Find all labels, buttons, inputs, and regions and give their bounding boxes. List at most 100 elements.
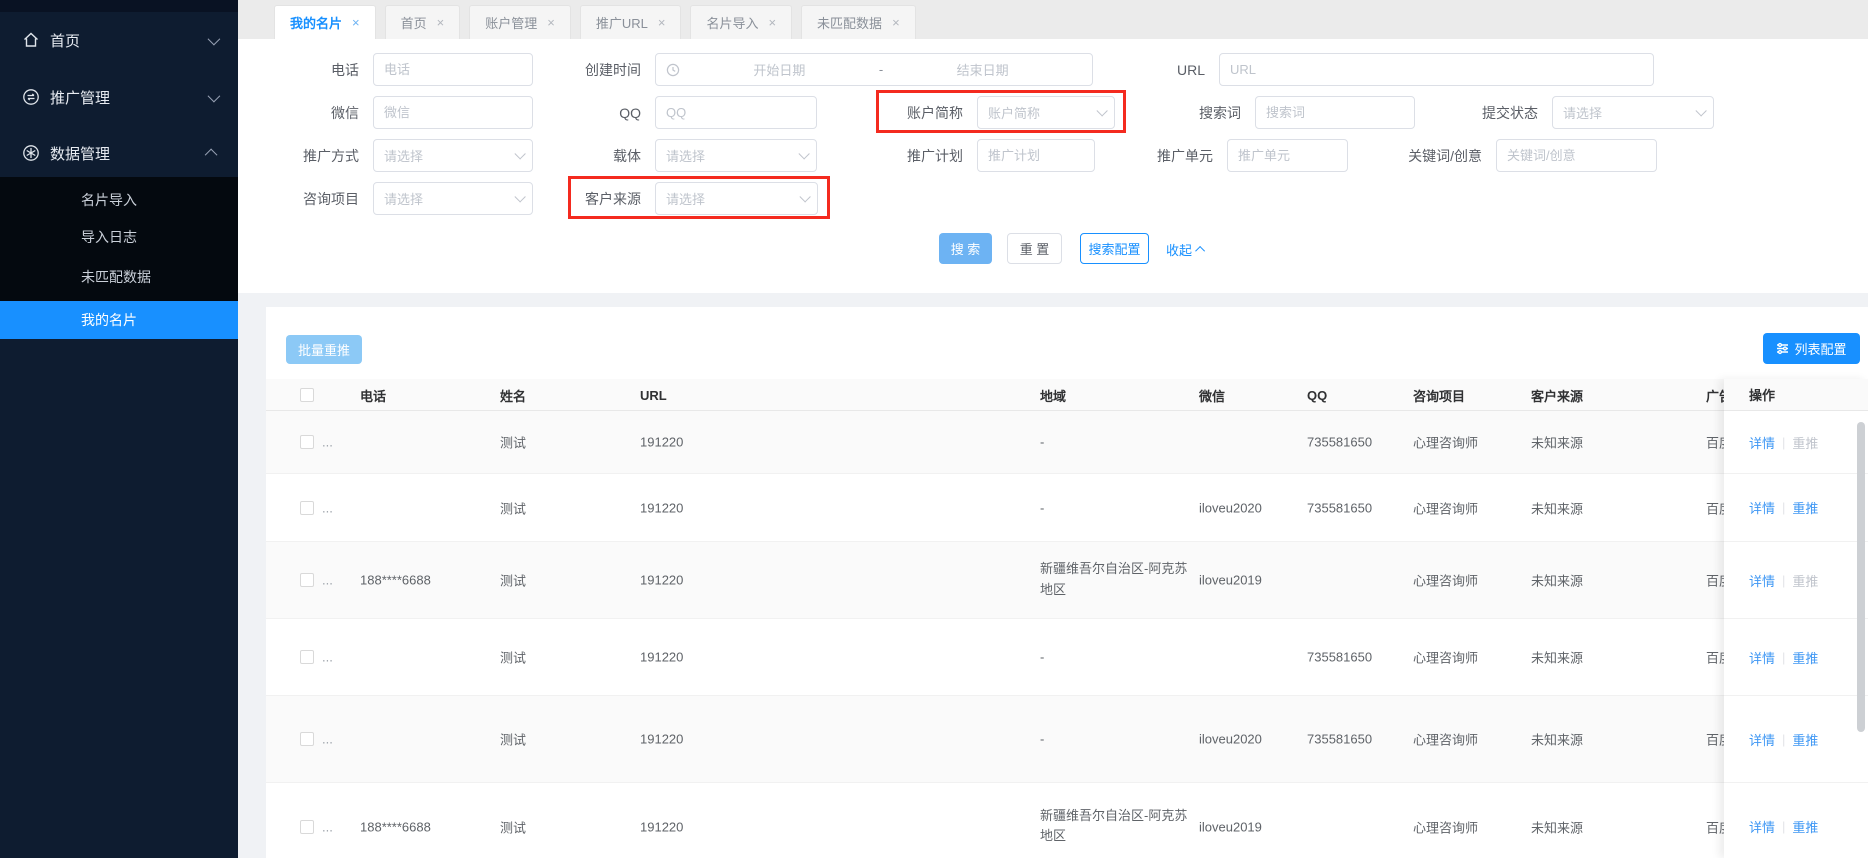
close-icon[interactable]: × [658,15,666,30]
chevron-down-icon [1695,104,1707,117]
tab-card-import[interactable]: 名片导入 × [690,5,793,39]
cell-source: 未知来源 [1531,820,1584,835]
detail-link[interactable]: 详情 [1749,730,1775,749]
cell-region: 新疆维吾尔自治区-阿克苏地区 [1040,561,1188,597]
tab-bar: 我的名片 × 首页 × 账户管理 × 推广URL × 名片导入 × 未匹配数据 … [238,0,1868,39]
detail-link[interactable]: 详情 [1749,498,1775,517]
cell-wechat: iloveu2020 [1199,731,1262,747]
cell-project: 心理咨询师 [1413,732,1479,748]
tab-home[interactable]: 首页 × [384,5,461,39]
tab-account-management[interactable]: 账户管理 × [469,5,571,39]
list-config-button[interactable]: 列表配置 [1763,333,1860,364]
date-range-input[interactable]: 开始日期 - 结束日期 [655,53,1093,86]
table-row: ... 测试 191220 - iloveu2020 735581650 心理咨… [266,474,1868,542]
tab-promotion-url[interactable]: 推广URL × [579,5,682,39]
date-start-placeholder[interactable]: 开始日期 [680,60,879,79]
detail-link[interactable]: 详情 [1749,571,1775,590]
close-icon[interactable]: × [768,15,776,30]
promotion-plan-input[interactable] [977,139,1095,172]
submit-status-select[interactable]: 请选择 [1552,96,1714,129]
sidebar-item-my-cards[interactable]: 我的名片 [0,301,238,339]
row-checkbox[interactable] [300,819,314,834]
select-placeholder: 请选择 [384,192,424,207]
list-config-icon [1776,342,1789,355]
row-ellipsis: ... [322,500,333,515]
cell-region: - [1040,434,1045,450]
row-checkbox[interactable] [300,435,314,449]
close-icon[interactable]: × [352,15,360,30]
search-word-input[interactable] [1255,96,1415,129]
row-checkbox[interactable] [300,573,314,587]
wechat-input[interactable] [373,96,533,129]
select-all-checkbox[interactable] [300,388,314,402]
table-scrollbar[interactable] [1857,422,1865,732]
promotion-method-select[interactable]: 请选择 [373,139,533,172]
field-promotion-plan: 推广计划 [853,139,1095,172]
detail-link[interactable]: 详情 [1749,433,1775,452]
field-carrier: 载体 请选择 [531,139,817,172]
qq-input[interactable] [655,96,817,129]
table-row: ... 测试 191220 - iloveu2020 735581650 心理咨… [266,696,1868,783]
repush-link[interactable]: 重推 [1792,571,1818,590]
field-label: 微信 [331,104,359,121]
table-header: 电话 姓名 URL 地域 微信 QQ 咨询项目 客户来源 广告 [266,379,1868,411]
field-label: 推广方式 [303,147,359,164]
cell-name: 测试 [500,732,527,748]
close-icon[interactable]: × [892,15,900,30]
collapse-label: 收起 [1166,243,1193,258]
promotion-unit-input[interactable] [1227,139,1348,172]
close-icon[interactable]: × [437,15,445,30]
field-promotion-method: 推广方式 请选择 [249,139,533,172]
field-label: 创建时间 [585,61,641,78]
reset-button[interactable]: 重 置 [1007,233,1062,264]
repush-link[interactable]: 重推 [1792,498,1818,517]
sidebar: 首页 推广管理 数据管理 名片导入 导入日志 未匹配数据 我的名片 [0,0,238,858]
detail-link[interactable]: 详情 [1749,648,1775,667]
detail-link[interactable]: 详情 [1749,817,1775,836]
select-placeholder: 请选择 [666,149,706,164]
phone-input[interactable] [373,53,533,86]
sidebar-item-unmatched-data[interactable]: 未匹配数据 [0,257,238,297]
cell-url: 191220 [640,731,684,747]
customer-source-select[interactable]: 请选择 [655,182,818,215]
date-end-placeholder[interactable]: 结束日期 [883,60,1082,79]
cell-qq: 735581650 [1307,434,1373,450]
repush-link[interactable]: 重推 [1792,817,1818,836]
sidebar-item-data[interactable]: 数据管理 [0,129,238,177]
keyword-creative-input[interactable] [1496,139,1657,172]
repush-link[interactable]: 重推 [1792,730,1818,749]
cell-ad: 百度 [1706,573,1724,589]
batch-repush-button[interactable]: 批量重推 [286,335,362,364]
tab-my-cards[interactable]: 我的名片 × [274,5,376,39]
field-label: 账户简称 [907,104,963,121]
row-checkbox[interactable] [300,650,314,664]
tab-label: 未匹配数据 [817,16,883,31]
url-input[interactable] [1219,53,1654,86]
cell-wechat: iloveu2019 [1199,819,1262,834]
search-button[interactable]: 搜 索 [939,233,992,264]
search-form: 电话 创建时间 开始日期 - 结束日期 URL 微信 QQ 账户简称 账户简称 [238,39,1868,293]
cell-url: 191220 [640,434,684,450]
sidebar-item-home[interactable]: 首页 [0,16,238,64]
collapse-link[interactable]: 收起 [1166,240,1206,259]
repush-link[interactable]: 重推 [1792,648,1818,667]
field-label: 推广单元 [1157,147,1213,164]
sidebar-item-promotion[interactable]: 推广管理 [0,73,238,121]
carrier-select[interactable]: 请选择 [655,139,817,172]
sidebar-item-import-log[interactable]: 导入日志 [0,217,238,257]
close-icon[interactable]: × [547,15,555,30]
fixed-action-column: 操作 详情 | 重推 详情 | 重推 详情 | 重推 详情 | 重推 详情 | … [1724,379,1868,858]
tab-label: 首页 [400,16,427,31]
row-checkbox[interactable] [300,500,314,515]
sidebar-item-card-import[interactable]: 名片导入 [0,180,238,220]
consult-project-select[interactable]: 请选择 [373,182,533,215]
table-row: ... 测试 191220 - 735581650 心理咨询师 未知来源 百度 [266,411,1868,474]
chevron-down-icon [207,89,221,102]
search-config-button[interactable]: 搜索配置 [1080,233,1149,264]
tab-unmatched-data[interactable]: 未匹配数据 × [801,5,916,39]
field-promotion-unit: 推广单元 [1103,139,1348,172]
repush-link[interactable]: 重推 [1792,433,1818,452]
account-name-select[interactable]: 账户简称 [977,96,1115,129]
action-divider: | [1782,819,1786,834]
row-checkbox[interactable] [300,732,314,746]
